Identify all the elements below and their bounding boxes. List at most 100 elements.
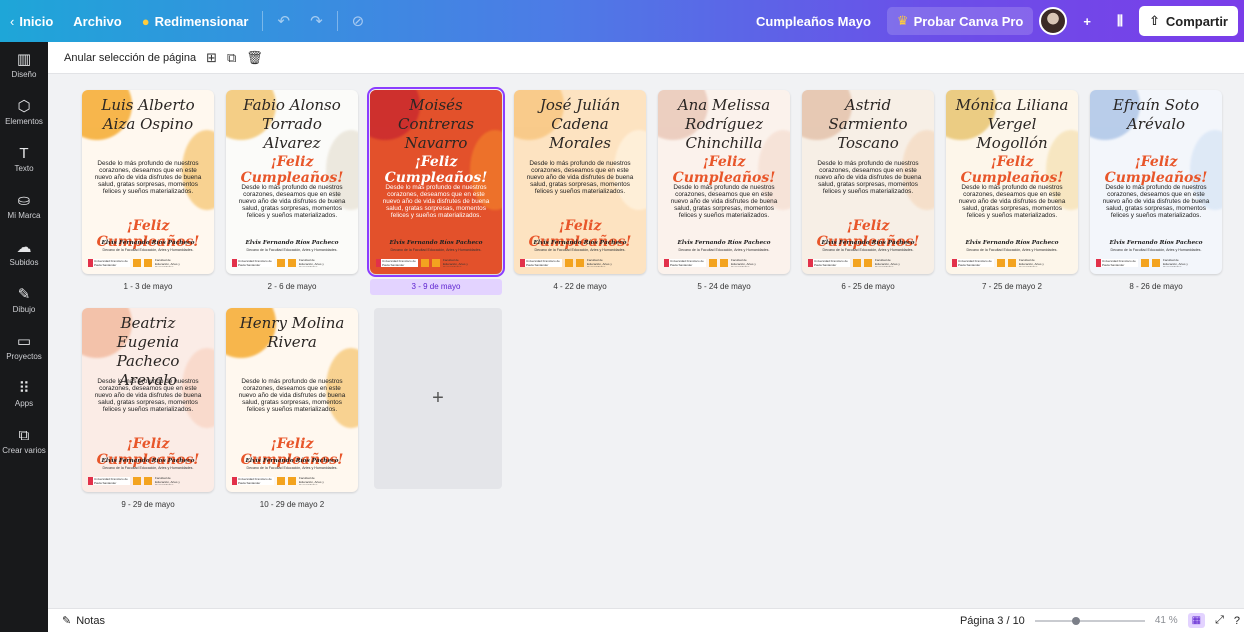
notes-button[interactable]: ✎ Notas	[48, 614, 105, 628]
undo-button[interactable]: ↶	[267, 6, 300, 36]
sidebar-item-apps[interactable]: ⠿ Apps	[0, 371, 48, 418]
page-title[interactable]: 3 - 9 de mayo	[370, 279, 502, 295]
page-thumbnail[interactable]: Luis Alberto Aiza Ospino Desde lo más pro…	[82, 90, 214, 295]
add-page-button[interactable]: +	[374, 308, 502, 489]
faculty-logo-text: Facultad de Educación, Artes y Humanidad…	[1019, 259, 1044, 267]
greeting-text: Desde lo más profundo de nuestros corazo…	[526, 160, 634, 195]
page-title[interactable]: 8 - 26 de mayo	[1090, 279, 1222, 295]
grid-view-icon[interactable]: ▦	[1187, 613, 1206, 628]
university-logo: Universidad Francisco de Paula Santander	[808, 259, 850, 267]
shapes-icon: ⬡	[17, 98, 31, 115]
page-preview[interactable]: Luis Alberto Aiza Ospino Desde lo más pro…	[82, 90, 214, 274]
undo-icon: ↶	[277, 13, 291, 30]
page-thumbnail[interactable]: Mónica Liliana Vergel Mogollón Desde lo m…	[946, 90, 1078, 295]
institution-logos: Universidad Francisco de Paula Santander…	[808, 258, 928, 268]
duplicate-page-icon[interactable]: ⧉	[227, 50, 236, 66]
birthday-person-name: Ana Melissa Rodríguez Chinchilla	[677, 96, 771, 152]
brand-icon: ⛀	[17, 192, 31, 209]
signer-name: Elvis Fernando Ríos Pacheco	[533, 240, 627, 246]
page-thumbnail[interactable]: Fabio Alonso Torrado Alvarez Desde lo más…	[226, 90, 358, 295]
institution-logos: Universidad Francisco de Paula Santander…	[88, 476, 208, 486]
share-button[interactable]: ⇧ Compartir	[1138, 6, 1238, 36]
greeting-text: Desde lo más profundo de nuestros corazo…	[94, 378, 202, 413]
page-indicator[interactable]: Página 3 / 10	[960, 615, 1025, 627]
fullscreen-icon[interactable]: ⤢	[1215, 614, 1224, 627]
greeting-text: Desde lo más profundo de nuestros corazo…	[238, 184, 346, 219]
page-preview[interactable]: Beatriz Eugenia Pacheco Arevalo Desde lo …	[82, 308, 214, 492]
page-title[interactable]: 10 - 29 de mayo 2	[226, 497, 358, 513]
help-icon[interactable]: ?	[1234, 615, 1240, 627]
page-thumbnail[interactable]: Astrid Sarmiento Toscano Desde lo más pro…	[802, 90, 934, 295]
folder-icon: ▭	[16, 333, 32, 350]
institution-logos: Universidad Francisco de Paula Santander…	[232, 476, 352, 486]
document-title[interactable]: Cumpleaños Mayo	[746, 6, 881, 36]
avatar[interactable]	[1039, 7, 1068, 35]
redo-button[interactable]: ↷	[300, 6, 333, 36]
add-collaborator-button[interactable]: +	[1073, 6, 1101, 36]
university-logo: Universidad Francisco de Paula Santander	[376, 259, 418, 267]
trash-icon[interactable]: 🗑	[246, 50, 263, 66]
copy-icon: ⧉	[18, 427, 30, 444]
sidebar-item-elements[interactable]: ⬡ Elementos	[0, 89, 48, 136]
birthday-person-name: Moisés Contreras Navarro	[397, 96, 475, 152]
faculty-logo-mark	[288, 477, 296, 485]
greeting-text: Desde lo más profundo de nuestros corazo…	[958, 184, 1066, 219]
page-title[interactable]: 9 - 29 de mayo	[82, 497, 214, 513]
greeting-text: Desde lo más profundo de nuestros corazo…	[94, 160, 202, 195]
university-logo: Universidad Francisco de Paula Santander	[664, 259, 706, 267]
page-thumbnail[interactable]: Efraín Soto Arévalo Desde lo más profundo…	[1090, 90, 1222, 295]
university-logo: Universidad Francisco de Paula Santander	[520, 259, 562, 267]
page-title[interactable]: 2 - 6 de mayo	[226, 279, 358, 295]
page-title[interactable]: 6 - 25 de mayo	[802, 279, 934, 295]
page-thumbnail[interactable]: Beatriz Eugenia Pacheco Arevalo Desde lo …	[82, 308, 214, 513]
page-preview[interactable]: Efraín Soto Arévalo Desde lo más profundo…	[1090, 90, 1222, 274]
resize-button[interactable]: ● Redimensionar	[132, 6, 259, 36]
faculty-logo-mark	[144, 477, 152, 485]
sidebar-item-uploads[interactable]: ☁ Subidos	[0, 230, 48, 277]
page-title[interactable]: 7 - 25 de mayo 2	[946, 279, 1078, 295]
page-thumbnail[interactable]: Henry Molina Rivera Desde lo más profundo…	[226, 308, 358, 513]
zoom-level[interactable]: 41 %	[1155, 615, 1178, 626]
save-status-button[interactable]: ⊘	[342, 6, 375, 36]
deselect-page-button[interactable]: Anular selección de página	[64, 52, 196, 64]
faculty-logo-text: Facultad de Educación, Artes y Humanidad…	[1163, 259, 1188, 267]
page-thumbnail[interactable]: Moisés Contreras Navarro Desde lo más pro…	[367, 87, 505, 295]
page-title[interactable]: 4 - 22 de mayo	[514, 279, 646, 295]
try-pro-button[interactable]: ♛ Probar Canva Pro	[886, 7, 1034, 35]
sidebar-item-text[interactable]: T Texto	[0, 136, 48, 183]
zoom-slider[interactable]	[1034, 616, 1145, 625]
sidebar-item-design[interactable]: ▥ Diseño	[0, 42, 48, 89]
sidebar-item-brand[interactable]: ⛀ Mi Marca	[0, 183, 48, 230]
faculty-logo-mark	[997, 259, 1005, 267]
page-preview[interactable]: José Julián Cadena Morales Desde lo más p…	[514, 90, 646, 274]
university-logo: Universidad Francisco de Paula Santander	[232, 259, 274, 267]
home-button[interactable]: ‹ Inicio	[0, 6, 63, 36]
institution-logos: Universidad Francisco de Paula Santander…	[376, 258, 496, 268]
signer-role: Decano de la Facultad Educación, Artes y…	[966, 248, 1058, 252]
add-page-icon[interactable]: ⊞	[206, 50, 217, 66]
page-title[interactable]: 1 - 3 de mayo	[82, 279, 214, 295]
page-preview[interactable]: Mónica Liliana Vergel Mogollón Desde lo m…	[946, 90, 1078, 274]
notes-icon: ✎	[62, 615, 72, 627]
text-icon: T	[19, 145, 29, 162]
page-preview[interactable]: Fabio Alonso Torrado Alvarez Desde lo más…	[226, 90, 358, 274]
analytics-button[interactable]: ⫼	[1107, 6, 1133, 36]
institution-logos: Universidad Francisco de Paula Santander…	[232, 258, 352, 268]
faculty-logo-mark	[576, 259, 584, 267]
page-thumbnail[interactable]: José Julián Cadena Morales Desde lo más p…	[514, 90, 646, 295]
left-sidebar: ▥ Diseño ⬡ Elementos T Texto ⛀ Mi Marca ☁ Sub…	[0, 42, 48, 632]
page-preview[interactable]: Astrid Sarmiento Toscano Desde lo más pro…	[802, 90, 934, 274]
birthday-person-name: Fabio Alonso Torrado Alvarez	[243, 96, 341, 152]
divider	[262, 11, 264, 31]
page-preview[interactable]: Ana Melissa Rodríguez Chinchilla Desde lo…	[658, 90, 790, 274]
page-title[interactable]: 5 - 24 de mayo	[658, 279, 790, 295]
sidebar-item-projects[interactable]: ▭ Proyectos	[0, 324, 48, 371]
zoom-slider-handle[interactable]	[1071, 616, 1080, 625]
page-thumbnail[interactable]: Ana Melissa Rodríguez Chinchilla Desde lo…	[658, 90, 790, 295]
sidebar-item-bulk-create[interactable]: ⧉ Crear varios	[0, 418, 48, 465]
birthday-person-name: Astrid Sarmiento Toscano	[828, 96, 908, 152]
page-preview[interactable]: Moisés Contreras Navarro Desde lo más pro…	[367, 87, 505, 277]
file-menu[interactable]: Archivo	[63, 6, 131, 36]
sidebar-item-draw[interactable]: ✎ Dibujo	[0, 277, 48, 324]
page-preview[interactable]: Henry Molina Rivera Desde lo más profundo…	[226, 308, 358, 492]
